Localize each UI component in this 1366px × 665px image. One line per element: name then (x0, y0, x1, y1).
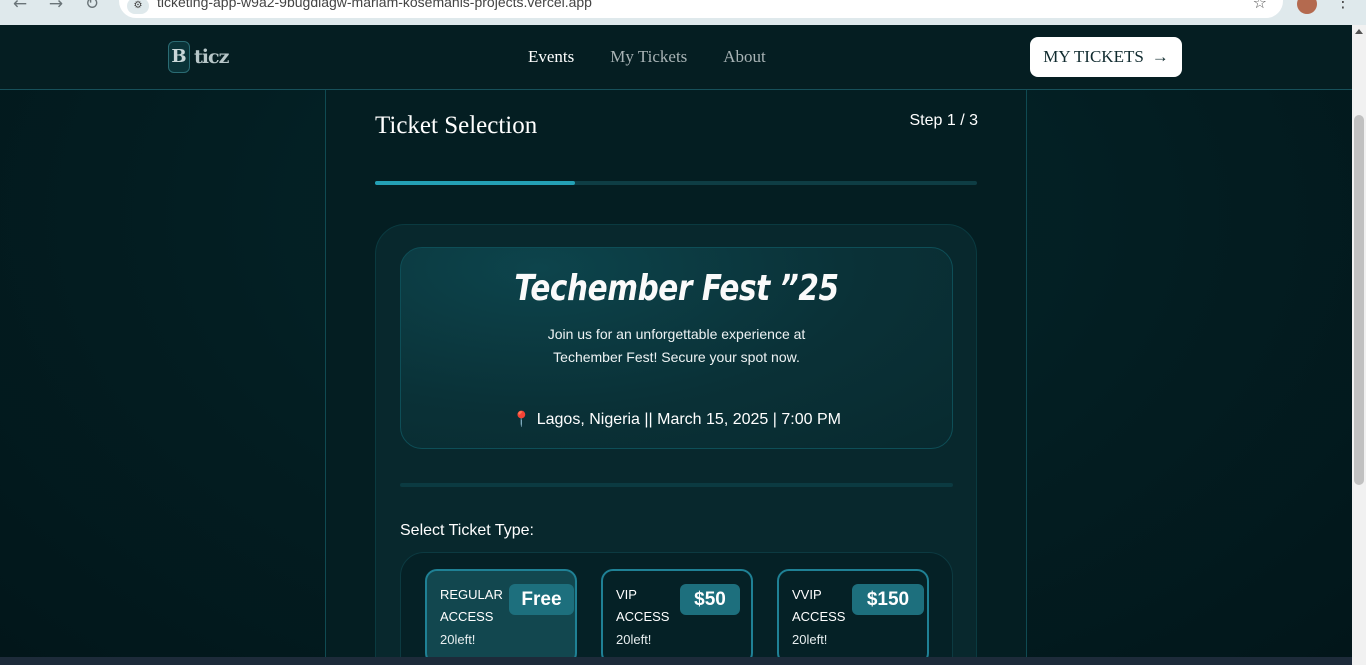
event-details: Techember Fest ”25 Join us for an unforg… (400, 247, 953, 449)
event-location: Lagos, Nigeria (536, 411, 640, 428)
ticket-type-options: REGULAR ACCESS Free 20left! VIP ACCESS $… (400, 552, 953, 665)
ticket-availability: 20left! (616, 632, 652, 647)
page-scrollbar[interactable] (1352, 25, 1366, 665)
event-title: Techember Fest ”25 (514, 268, 839, 309)
site-header: B ticz Events My Tickets About MY TICKET… (0, 25, 1352, 90)
nav-events[interactable]: Events (528, 47, 574, 67)
ticket-price-badge: Free (509, 584, 574, 615)
arrow-right-icon: → (1151, 47, 1169, 66)
site-settings-icon[interactable]: ⚙ (127, 0, 149, 14)
event-datetime: March 15, 2025 | 7:00 PM (657, 411, 841, 428)
ticket-availability: 20left! (792, 632, 828, 647)
forward-icon[interactable]: → (46, 0, 66, 14)
selection-card: Techember Fest ”25 Join us for an unforg… (375, 224, 977, 665)
logo-text: ticz (194, 46, 229, 68)
step-title: Ticket Selection (375, 112, 538, 139)
main-nav: Events My Tickets About (528, 47, 802, 67)
location-pin-icon: 📍 (512, 411, 531, 428)
ticket-availability: 20left! (440, 632, 476, 647)
step-progress-fill (375, 181, 576, 185)
ticket-name-line: ACCESS (440, 609, 494, 624)
scroll-up-icon[interactable] (1355, 29, 1363, 34)
section-divider (400, 483, 953, 487)
browser-chrome: ← → ↻ ⚙ ticketing-app-w9a2-9bugdiagw-mar… (0, 0, 1366, 25)
browser-menu-icon[interactable]: ⋮ (1335, 0, 1351, 11)
taskbar-strip (0, 657, 1352, 665)
profile-avatar[interactable] (1297, 0, 1317, 14)
ticket-price-badge: $50 (680, 584, 740, 615)
nav-my-tickets[interactable]: My Tickets (610, 47, 687, 67)
ticket-type-label: Select Ticket Type: (400, 522, 534, 539)
step-progress-bar (375, 181, 977, 185)
address-bar[interactable]: ⚙ ticketing-app-w9a2-9bugdiagw-mariam-ko… (119, 0, 1283, 18)
ticket-name: REGULAR ACCESS (440, 584, 520, 628)
ticket-option-vip[interactable]: VIP ACCESS $50 20left! (601, 569, 753, 665)
scrollbar-thumb[interactable] (1354, 115, 1364, 485)
ticket-option-regular[interactable]: REGULAR ACCESS Free 20left! (425, 569, 577, 665)
ticket-name-line: REGULAR (440, 587, 503, 602)
step-counter: Step 1 / 3 (909, 112, 979, 129)
my-tickets-button[interactable]: MY TICKETS → (1030, 37, 1182, 77)
my-tickets-label: MY TICKETS (1043, 47, 1144, 66)
reload-icon[interactable]: ↻ (82, 0, 102, 14)
ticket-option-vvip[interactable]: VVIP ACCESS $150 20left! (777, 569, 929, 665)
bookmark-star-icon[interactable]: ☆ (1253, 0, 1267, 12)
url-text[interactable]: ticketing-app-w9a2-9bugdiagw-mariam-kose… (157, 0, 592, 10)
logo[interactable]: B ticz (168, 41, 229, 73)
nav-about[interactable]: About (723, 47, 766, 67)
back-icon[interactable]: ← (10, 0, 30, 14)
event-meta: 📍 Lagos, Nigeria || March 15, 2025 | 7:00… (401, 410, 952, 429)
page: B ticz Events My Tickets About MY TICKET… (0, 25, 1352, 665)
event-description: Join us for an unforgettable experience … (547, 326, 806, 365)
ticket-selection-panel: Ticket Selection Step 1 / 3 Techember Fe… (325, 90, 1027, 665)
logo-mark: B (168, 41, 190, 73)
ticket-price-badge: $150 (852, 584, 924, 615)
meta-separator: || (644, 411, 653, 428)
